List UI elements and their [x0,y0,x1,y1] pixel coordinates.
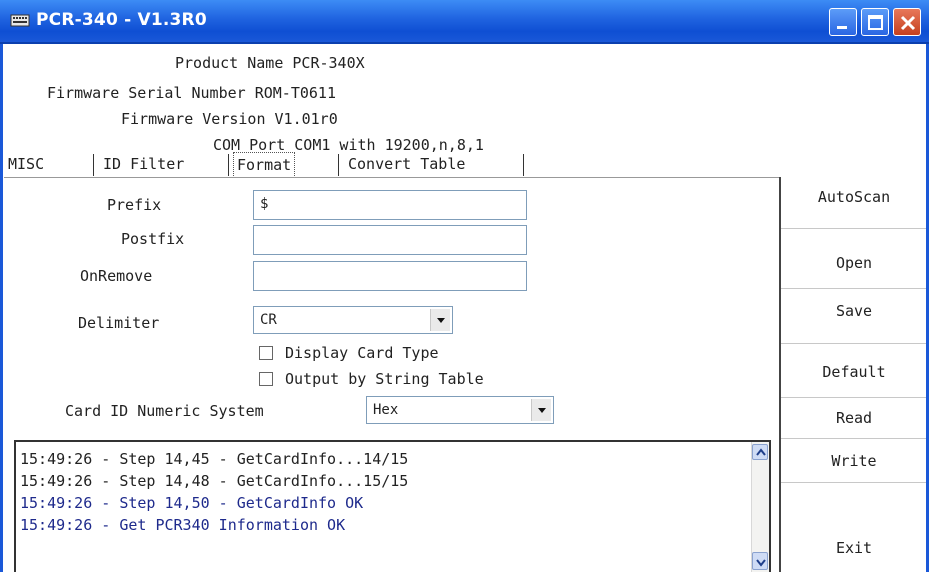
divider [781,228,926,229]
dropdown-button[interactable] [430,309,450,331]
firmware-version: Firmware Version V1.01r0 [121,110,338,128]
minimize-icon [837,26,847,29]
log-line: 15:49:26 - Step 14,48 - GetCardInfo...15… [20,472,409,490]
postfix-input[interactable] [253,225,527,255]
window-frame-left [0,44,3,572]
chevron-down-icon [756,559,766,567]
minimize-button[interactable] [829,8,857,36]
maximize-button[interactable] [861,8,889,36]
onremove-input[interactable] [253,261,527,291]
delimiter-label: Delimiter [78,314,160,332]
dropdown-button[interactable] [531,399,551,421]
vertical-scrollbar[interactable] [751,442,769,572]
tab-divider [338,154,339,176]
firmware-serial-number: Firmware Serial Number ROM-T0611 [47,84,336,102]
save-button[interactable]: Save [784,299,924,323]
tab-format[interactable]: Format [233,152,296,178]
display-card-type-label: Display Card Type [285,344,439,362]
postfix-label: Postfix [121,230,185,248]
divider [781,438,926,439]
product-name: Product Name PCR-340X [175,54,365,72]
display-card-type-checkbox[interactable] [259,346,273,360]
read-button[interactable]: Read [784,406,924,430]
scroll-down-button[interactable] [752,552,768,570]
prefix-label: Prefix [107,196,162,214]
divider [781,482,926,483]
exit-button[interactable]: Exit [784,536,924,560]
delimiter-select[interactable]: CR [253,306,453,334]
button-column-divider [779,177,781,572]
numeric-system-select[interactable]: Hex [366,396,554,424]
output-by-string-table-label: Output by String Table [285,370,484,388]
log-line: 15:49:26 - Step 14,50 - GetCardInfo OK [20,494,364,512]
tab-misc[interactable]: MISC [8,151,44,178]
numeric-system-value: Hex [373,402,399,418]
open-button[interactable]: Open [784,251,924,275]
output-by-string-table-checkbox[interactable] [259,372,273,386]
window-title: PCR-340 - V1.3R0 [36,10,207,30]
close-icon [900,15,916,31]
tab-divider [523,154,524,176]
log-output[interactable]: 15:49:26 - Step 14,45 - GetCardInfo...14… [14,440,771,572]
close-button[interactable] [893,8,921,36]
maximize-icon [868,15,883,30]
chevron-up-icon [756,448,766,456]
write-button[interactable]: Write [784,449,924,473]
card-id-numeric-system-label: Card ID Numeric System [65,402,264,420]
tab-convert-table[interactable]: Convert Table [348,151,465,178]
divider [781,343,926,344]
onremove-label: OnRemove [80,267,153,285]
tab-divider [228,154,229,176]
keyboard-icon [10,14,30,27]
delimiter-value: CR [260,312,277,328]
tab-id-filter[interactable]: ID Filter [103,151,184,178]
chevron-down-icon [437,318,445,323]
prefix-input[interactable]: $ [253,190,527,220]
autoscan-button[interactable]: AutoScan [784,185,924,209]
tab-divider [93,154,94,176]
default-button[interactable]: Default [784,360,924,384]
title-bar[interactable]: PCR-340 - V1.3R0 [0,0,929,44]
log-line: 15:49:26 - Get PCR340 Information OK [20,516,346,534]
chevron-down-icon [538,408,546,413]
divider [781,288,926,289]
log-line: 15:49:26 - Step 14,45 - GetCardInfo...14… [20,450,409,468]
divider [781,397,926,398]
scroll-up-button[interactable] [752,444,768,460]
